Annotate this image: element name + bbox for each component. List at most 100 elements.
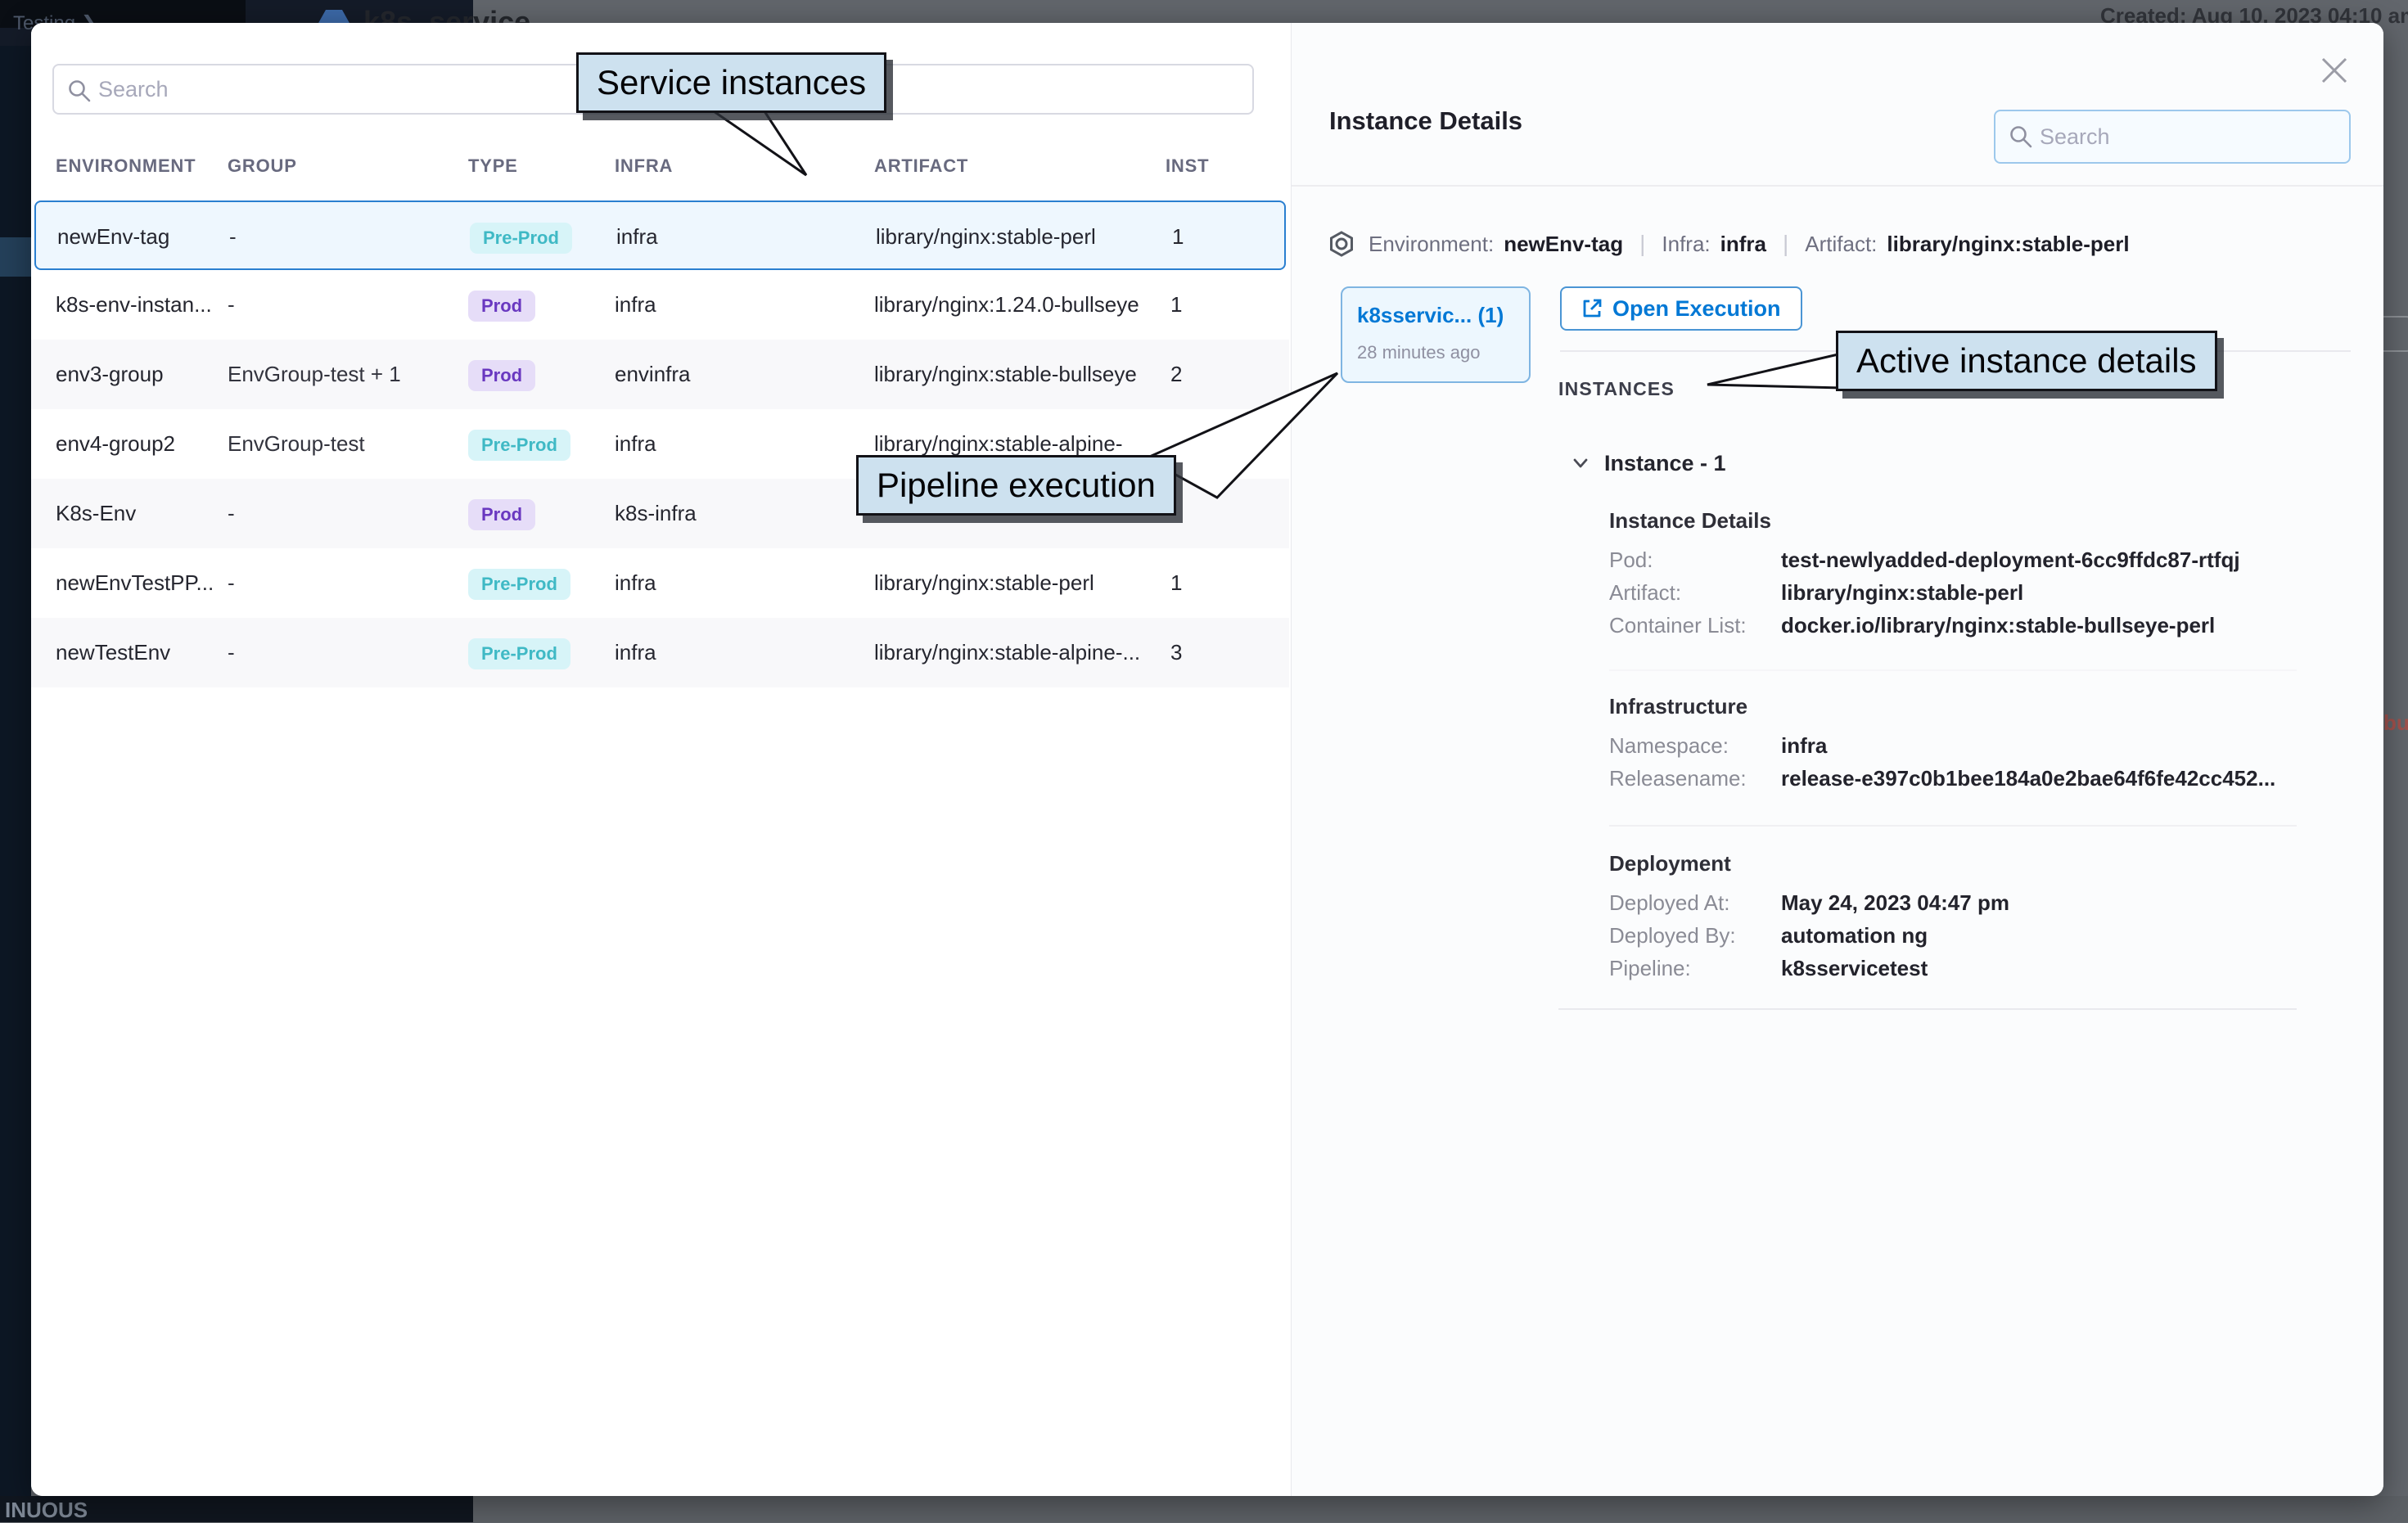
cell-inst [1170,409,1236,479]
background-text-fragment: bu [2383,710,2408,736]
cell-type: Pre-Prod [468,409,611,479]
environment-value: newEnv-tag [1504,232,1623,257]
divider [1609,825,2297,827]
table-row[interactable]: k8s-env-instan...-Prodinfralibrary/nginx… [31,270,1289,340]
instances-section-label: INSTANCES [1558,378,1675,400]
sidebar-module-label: INUOUS [5,1498,88,1523]
detail-row: Container List:docker.io/library/nginx:s… [1609,609,2329,642]
instances-table-pane: ENVIRONMENT GROUP TYPE INFRA ARTIFACT IN… [31,23,1291,1496]
instance-accordion-header[interactable]: Instance - 1 [1570,448,1726,478]
execution-name: k8sservic... (1) [1357,303,1504,328]
detail-label: Releasename: [1609,762,1781,795]
page-right-dimmed [2383,46,2408,1496]
env-type-badge: Pre-Prod [468,569,570,600]
detail-row: Namespace:infra [1609,729,2329,762]
cell-infra: infra [615,270,860,340]
close-icon[interactable] [2316,52,2352,88]
cell-inst: 3 [1170,618,1236,687]
cell-artifact: library/nginx:stable-bullseye [874,340,1156,409]
table-row[interactable]: env3-groupEnvGroup-test + 1Prodenvinfral… [31,340,1289,409]
col-header-group: GROUP [228,155,297,177]
search-icon [2009,124,2033,149]
environment-label: Environment: [1369,232,1494,257]
open-execution-button[interactable]: Open Execution [1560,286,1802,331]
detail-row: Releasename:release-e397c0b1bee184a0e2ba… [1609,762,2329,795]
col-header-infra: INFRA [615,155,673,177]
env-type-badge: Pre-Prod [468,638,570,669]
table-row[interactable]: newTestEnv-Pre-Prod infralibrary/nginx:st… [31,618,1289,687]
open-execution-label: Open Execution [1612,296,1781,322]
cell-group: EnvGroup-test [228,409,461,479]
instance-search-input[interactable] [2040,111,2344,162]
pipeline-execution-card[interactable]: k8sservic... (1) 28 minutes ago [1341,286,1531,383]
cell-environment: env3-group [56,340,218,409]
detail-value: k8sservicetest [1781,952,1928,985]
separator: | [1783,231,1788,257]
cell-artifact: library/nginx:stable-perl [876,202,1157,272]
cell-infra: envinfra [615,340,860,409]
infra-label: Infra: [1662,232,1710,257]
external-link-icon [1581,298,1603,319]
instance-summary-bar: Environment: newEnv-tag | Infra: infra |… [1329,228,2130,260]
artifact-value: library/nginx:stable-perl [1887,232,2129,257]
callout-service-instances: Service instances [576,52,886,113]
detail-value: release-e397c0b1bee184a0e2bae64f6fe42cc4… [1781,762,2275,795]
cell-inst [1170,479,1236,548]
section-heading: Infrastructure [1609,692,2329,721]
cell-environment: newTestEnv [56,618,218,687]
detail-row: Pod:test-newlyadded-deployment-6cc9ffdc8… [1609,543,2329,576]
instance-search-box [1994,110,2351,164]
cell-environment: k8s-env-instan... [56,270,218,340]
detail-label: Namespace: [1609,729,1781,762]
cell-type: Pre-Prod [470,202,613,272]
cell-infra: infra [615,409,860,479]
divider [1292,185,2383,187]
cell-type: Prod [468,479,611,548]
cell-group: - [228,270,461,340]
env-type-badge: Pre-Prod [470,223,572,254]
detail-label: Pipeline: [1609,952,1781,985]
cell-environment: newEnvTestPP... [56,548,218,618]
env-type-badge: Prod [468,291,535,322]
detail-row: Pipeline:k8sservicetest [1609,952,2329,985]
table-row[interactable]: newEnvTestPP...-Pre-Prodinfralibrary/ngi… [31,548,1289,618]
col-header-type: TYPE [468,155,518,177]
divider [1609,669,2297,671]
cell-group: - [228,618,461,687]
callout-active-instance-details: Active instance details [1836,331,2217,391]
execution-time: 28 minutes ago [1357,342,1480,363]
cell-group: - [229,202,462,272]
section-heading: Instance Details [1609,506,2329,535]
separator: | [1639,231,1645,257]
page-footer-dimmed [473,1496,2408,1522]
detail-row: Artifact:library/nginx:stable-perl [1609,576,2329,609]
detail-value: docker.io/library/nginx:stable-bullseye-… [1781,609,2215,642]
cell-type: Prod [468,270,611,340]
table-row[interactable]: newEnv-tag-Pre-Prodinfralibrary/nginx:st… [34,201,1286,270]
instance-title: Instance - 1 [1604,451,1726,476]
nav-sidebar-active-item [0,237,31,277]
divider [1558,1008,2297,1010]
detail-section: Instance Details Pod:test-newlyadded-depl… [1609,506,2329,642]
cell-inst: 1 [1170,548,1236,618]
cell-group: - [228,548,461,618]
cell-type: Pre-Prod [468,618,611,687]
cell-inst: 1 [1170,270,1236,340]
env-type-badge: Pre-Prod [468,430,570,461]
detail-section: Infrastructure Namespace:infraReleasename… [1609,692,2329,795]
detail-label: Artifact: [1609,576,1781,609]
env-type-badge: Prod [468,499,535,530]
cell-group: - [228,479,461,548]
section-heading: Deployment [1609,849,2329,878]
detail-value: automation ng [1781,919,1928,952]
cell-infra: infra [616,202,862,272]
detail-label: Container List: [1609,609,1781,642]
cell-infra: infra [615,618,860,687]
cell-inst: 1 [1172,202,1238,272]
detail-label: Pod: [1609,543,1781,576]
cell-type: Prod [468,340,611,409]
cell-environment: env4-group2 [56,409,218,479]
cell-artifact: library/nginx:stable-alpine-... [874,618,1156,687]
detail-row: Deployed At:May 24, 2023 04:47 pm [1609,886,2329,919]
cell-type: Pre-Prod [468,548,611,618]
